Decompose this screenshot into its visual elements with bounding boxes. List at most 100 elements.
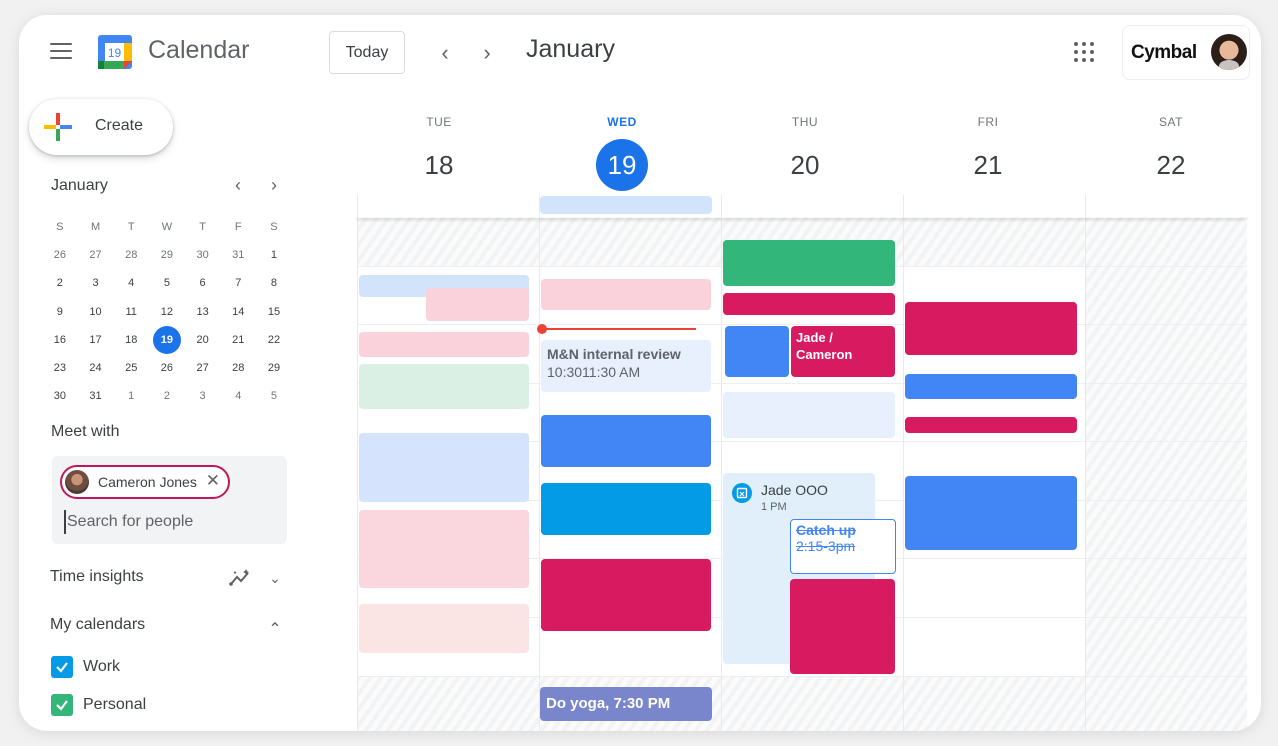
event-block[interactable]	[426, 288, 529, 321]
mini-day[interactable]: 20	[185, 326, 221, 354]
mini-day[interactable]: 30	[185, 241, 221, 269]
main-menu-icon[interactable]	[50, 43, 72, 59]
weekday-heading: S	[270, 221, 278, 234]
mini-day[interactable]: 14	[220, 298, 256, 326]
week-time-grid[interactable]: M&N internal review 10:3011:30 AM Do yog…	[357, 195, 1247, 731]
event-block[interactable]	[723, 293, 895, 315]
mini-day[interactable]: 31	[220, 241, 256, 269]
event-block[interactable]	[541, 415, 711, 467]
mini-day[interactable]: 13	[185, 298, 221, 326]
close-icon[interactable]: ✕	[206, 471, 220, 491]
mini-day[interactable]: 28	[113, 241, 149, 269]
mini-day[interactable]: 25	[113, 354, 149, 382]
day-number[interactable]: 20	[714, 139, 896, 191]
mini-day[interactable]: 2	[42, 269, 78, 297]
mini-day-today[interactable]: 19	[149, 325, 185, 354]
mini-day[interactable]: 2	[149, 382, 185, 410]
mini-day[interactable]: 23	[42, 354, 78, 382]
event-catch-up-declined[interactable]: Catch up 2:15-3pm	[790, 519, 896, 574]
event-block[interactable]	[905, 302, 1077, 355]
calendar-item-personal[interactable]: Personal	[51, 693, 146, 717]
work-checkbox[interactable]	[51, 656, 73, 678]
mini-day[interactable]: 10	[78, 298, 114, 326]
weekend-column	[1085, 217, 1247, 731]
user-avatar[interactable]	[1211, 34, 1247, 70]
calendar-item-work[interactable]: Work	[51, 655, 120, 679]
mini-day[interactable]: 15	[256, 298, 292, 326]
event-time: 1 PM	[761, 501, 787, 513]
search-people-input[interactable]	[64, 510, 274, 534]
event-block[interactable]	[905, 476, 1077, 550]
mini-day[interactable]: 8	[256, 269, 292, 297]
mini-day[interactable]: 21	[220, 326, 256, 354]
mini-prev-month-button[interactable]: ‹	[227, 175, 249, 196]
mini-day[interactable]: 3	[78, 269, 114, 297]
account-switcher[interactable]: Cymbal	[1122, 25, 1250, 80]
mini-day[interactable]: 27	[78, 241, 114, 269]
weekday-heading: T	[127, 221, 135, 234]
all-day-row	[357, 195, 1247, 217]
mini-day[interactable]: 26	[149, 354, 185, 382]
mini-day[interactable]: 17	[78, 326, 114, 354]
time-insights-expand-button[interactable]: ⌄	[265, 570, 285, 587]
mini-day[interactable]: 16	[42, 326, 78, 354]
event-block[interactable]	[359, 510, 529, 588]
event-block[interactable]	[359, 433, 529, 502]
mini-day[interactable]: 3	[185, 382, 221, 410]
mini-day[interactable]: 29	[256, 354, 292, 382]
mini-day[interactable]: 22	[256, 326, 292, 354]
insights-sparkle-icon[interactable]	[229, 568, 253, 588]
my-calendars-collapse-button[interactable]: ⌃	[265, 619, 285, 639]
apps-grid-icon[interactable]	[1074, 42, 1094, 62]
event-block[interactable]	[359, 332, 529, 357]
event-block[interactable]	[723, 392, 895, 438]
mini-day[interactable]: 24	[78, 354, 114, 382]
create-button[interactable]: Create	[29, 99, 173, 155]
day-number[interactable]: 18	[348, 139, 530, 191]
mini-day[interactable]: 4	[113, 269, 149, 297]
mini-day[interactable]: 9	[42, 298, 78, 326]
mini-day[interactable]: 27	[185, 354, 221, 382]
event-title: Catch up	[796, 522, 856, 538]
mini-day[interactable]: 30	[42, 382, 78, 410]
event-block[interactable]	[905, 417, 1077, 433]
today-button[interactable]: Today	[329, 31, 405, 74]
personal-checkbox[interactable]	[51, 694, 73, 716]
mini-day[interactable]: 5	[149, 269, 185, 297]
mini-day[interactable]: 11	[113, 298, 149, 326]
mini-day[interactable]: 4	[220, 382, 256, 410]
mini-day[interactable]: 6	[185, 269, 221, 297]
all-day-event[interactable]	[540, 196, 712, 214]
event-do-yoga[interactable]: Do yoga, 7:30 PM	[540, 687, 712, 721]
event-block[interactable]	[359, 364, 529, 409]
mini-day[interactable]: 29	[149, 241, 185, 269]
event-mn-internal-review[interactable]: M&N internal review 10:3011:30 AM	[541, 340, 711, 392]
day-number[interactable]: 21	[897, 139, 1079, 191]
mini-day[interactable]: 1	[113, 382, 149, 410]
event-block[interactable]	[723, 240, 895, 286]
event-block[interactable]	[359, 604, 529, 653]
day-number-today[interactable]: 19	[531, 139, 713, 191]
mini-day[interactable]: 1	[256, 241, 292, 269]
person-chip[interactable]: Cameron Jones ✕	[60, 465, 230, 499]
event-block[interactable]	[905, 374, 1077, 399]
event-block[interactable]	[725, 326, 789, 377]
event-block[interactable]	[541, 483, 711, 535]
day-number[interactable]: 22	[1080, 139, 1261, 191]
mini-day[interactable]: 5	[256, 382, 292, 410]
mini-day[interactable]: 12	[149, 298, 185, 326]
mini-day[interactable]: 7	[220, 269, 256, 297]
person-avatar	[65, 470, 89, 494]
create-label: Create	[95, 117, 144, 134]
mini-day[interactable]: 26	[42, 241, 78, 269]
event-block[interactable]	[541, 559, 711, 631]
mini-next-month-button[interactable]: ›	[263, 175, 285, 196]
event-block[interactable]	[541, 279, 711, 310]
mini-day[interactable]: 28	[220, 354, 256, 382]
mini-day[interactable]: 18	[113, 326, 149, 354]
event-jade-cameron[interactable]: Jade / Cameron	[791, 326, 895, 377]
mini-day[interactable]: 31	[78, 382, 114, 410]
event-block[interactable]	[790, 579, 895, 674]
prev-week-button[interactable]: ‹	[431, 39, 459, 67]
next-week-button[interactable]: ›	[473, 39, 501, 67]
